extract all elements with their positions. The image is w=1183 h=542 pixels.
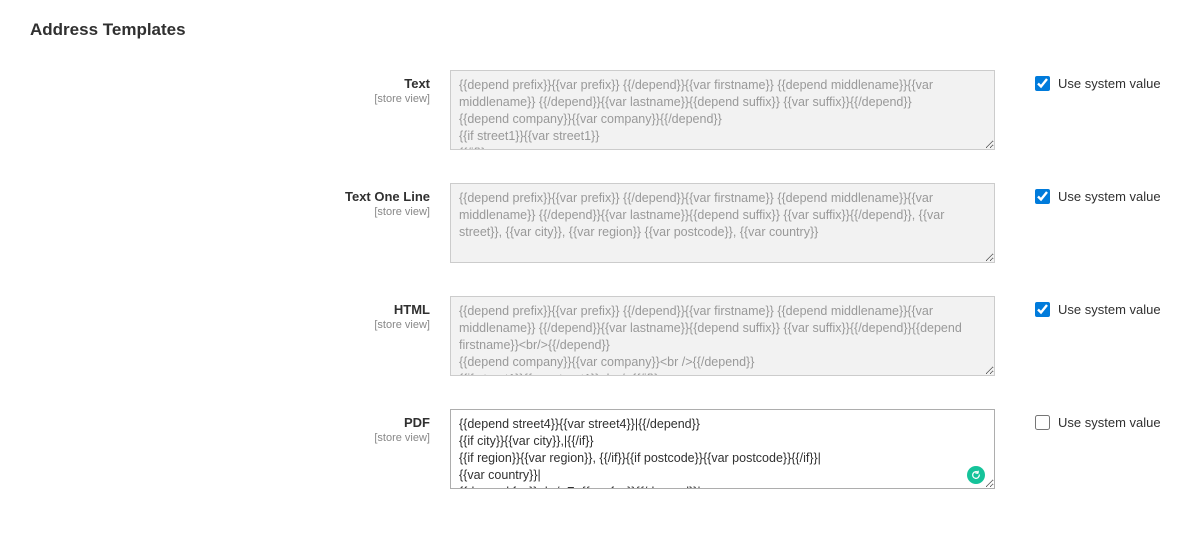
use-system-checkbox-text-one-line[interactable] — [1035, 189, 1050, 204]
use-system-checkbox-text[interactable] — [1035, 76, 1050, 91]
field-scope: [store view] — [30, 206, 430, 218]
text-one-line-template-textarea — [450, 183, 995, 263]
field-input-col — [450, 70, 995, 153]
field-row-text-one-line: Text One Line [store view] Use system va… — [30, 183, 1153, 266]
use-system-checkbox-pdf[interactable] — [1035, 415, 1050, 430]
section-title: Address Templates — [30, 20, 1153, 40]
use-system-label[interactable]: Use system value — [1058, 189, 1161, 204]
field-check-col: Use system value — [995, 183, 1161, 204]
field-scope: [store view] — [30, 319, 430, 331]
field-input-col — [450, 296, 995, 379]
pdf-template-textarea[interactable] — [450, 409, 995, 489]
field-row-pdf: PDF [store view] Use system value — [30, 409, 1153, 492]
field-scope: [store view] — [30, 432, 430, 444]
field-input-col — [450, 183, 995, 266]
field-label-col: HTML [store view] — [30, 296, 450, 331]
field-label-col: Text [store view] — [30, 70, 450, 105]
use-system-label[interactable]: Use system value — [1058, 76, 1161, 91]
use-system-label[interactable]: Use system value — [1058, 415, 1161, 430]
field-label-text-one-line: Text One Line — [30, 189, 430, 204]
field-input-col — [450, 409, 995, 492]
field-label-col: Text One Line [store view] — [30, 183, 450, 218]
field-row-html: HTML [store view] Use system value — [30, 296, 1153, 379]
field-scope: [store view] — [30, 93, 430, 105]
field-check-col: Use system value — [995, 296, 1161, 317]
use-system-checkbox-html[interactable] — [1035, 302, 1050, 317]
field-check-col: Use system value — [995, 70, 1161, 91]
html-template-textarea — [450, 296, 995, 376]
field-label-html: HTML — [30, 302, 430, 317]
field-label-pdf: PDF — [30, 415, 430, 430]
field-row-text: Text [store view] Use system value — [30, 70, 1153, 153]
use-system-label[interactable]: Use system value — [1058, 302, 1161, 317]
field-label-col: PDF [store view] — [30, 409, 450, 444]
field-check-col: Use system value — [995, 409, 1161, 430]
text-template-textarea — [450, 70, 995, 150]
field-label-text: Text — [30, 76, 430, 91]
